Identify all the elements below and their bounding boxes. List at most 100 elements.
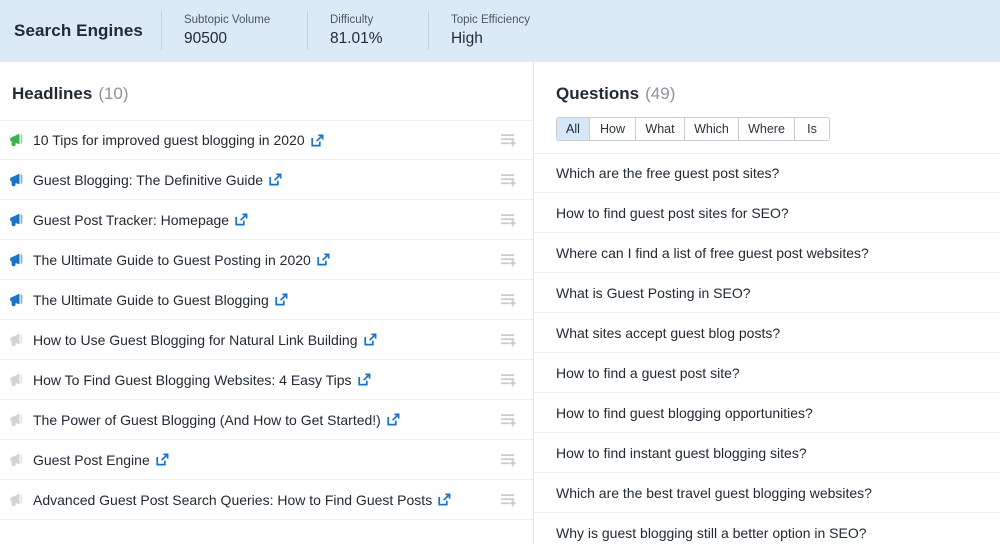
question-filter-tab-is[interactable]: Is — [795, 118, 829, 140]
external-link-icon[interactable] — [364, 333, 377, 346]
add-to-list-icon[interactable] — [500, 332, 518, 348]
question-text: Which are the best travel guest blogging… — [556, 484, 872, 502]
add-to-list-icon[interactable] — [500, 212, 518, 228]
add-to-list-icon[interactable] — [500, 452, 518, 468]
headline-text: Guest Post Tracker: Homepage — [33, 211, 229, 229]
headline-row[interactable]: Advanced Guest Post Search Queries: How … — [0, 480, 533, 520]
question-text: How to find guest blogging opportunities… — [556, 404, 813, 422]
external-link-icon[interactable] — [311, 134, 324, 147]
question-row[interactable]: What sites accept guest blog posts? — [534, 313, 1000, 353]
question-row[interactable]: What is Guest Posting in SEO? — [534, 273, 1000, 313]
question-text: How to find a guest post site? — [556, 364, 740, 382]
question-filter-tab-where[interactable]: Where — [739, 118, 795, 140]
questions-title: Questions — [556, 84, 639, 104]
headline-row[interactable]: 10 Tips for improved guest blogging in 2… — [0, 120, 533, 160]
question-text: Where can I find a list of free guest po… — [556, 244, 869, 262]
headline-row[interactable]: Guest Post Tracker: Homepage — [0, 200, 533, 240]
headlines-count: (10) — [98, 84, 128, 104]
question-text: What is Guest Posting in SEO? — [556, 284, 751, 302]
question-row[interactable]: Where can I find a list of free guest po… — [534, 233, 1000, 273]
headline-text: The Ultimate Guide to Guest Posting in 2… — [33, 251, 311, 269]
megaphone-icon — [8, 132, 26, 148]
external-link-icon[interactable] — [235, 213, 248, 226]
external-link-icon[interactable] — [387, 413, 400, 426]
question-row[interactable]: How to find a guest post site? — [534, 353, 1000, 393]
megaphone-icon — [8, 452, 26, 468]
metric-subtopic-volume: Subtopic Volume 90500 — [162, 0, 307, 61]
headline-row[interactable]: How To Find Guest Blogging Websites: 4 E… — [0, 360, 533, 400]
headline-row[interactable]: The Ultimate Guide to Guest Blogging — [0, 280, 533, 320]
question-text: How to find guest post sites for SEO? — [556, 204, 789, 222]
headline-row[interactable]: The Power of Guest Blogging (And How to … — [0, 400, 533, 440]
headlines-title: Headlines — [12, 84, 92, 104]
questions-list: Which are the free guest post sites? How … — [534, 153, 1000, 544]
headline-row[interactable]: How to Use Guest Blogging for Natural Li… — [0, 320, 533, 360]
questions-count: (49) — [645, 84, 675, 104]
megaphone-icon — [8, 172, 26, 188]
question-row[interactable]: How to find guest blogging opportunities… — [534, 393, 1000, 433]
external-link-icon[interactable] — [156, 453, 169, 466]
questions-heading: Questions (49) — [534, 62, 1000, 104]
headline-row[interactable]: Guest Post Engine — [0, 440, 533, 480]
question-filter-tab-which[interactable]: Which — [685, 118, 739, 140]
headlines-heading: Headlines (10) — [0, 62, 533, 104]
headline-text: Advanced Guest Post Search Queries: How … — [33, 491, 432, 509]
question-filter-tabs[interactable]: AllHowWhatWhichWhereIs — [556, 117, 830, 141]
topic-header-bar: Search Engines Subtopic Volume 90500 Dif… — [0, 0, 1000, 61]
add-to-list-icon[interactable] — [500, 492, 518, 508]
question-filter-tab-what[interactable]: What — [636, 118, 685, 140]
headline-text: How To Find Guest Blogging Websites: 4 E… — [33, 371, 352, 389]
add-to-list-icon[interactable] — [500, 372, 518, 388]
megaphone-icon — [8, 412, 26, 428]
question-text: How to find instant guest blogging sites… — [556, 444, 807, 462]
metric-value: High — [451, 30, 557, 48]
question-row[interactable]: Which are the free guest post sites? — [534, 153, 1000, 193]
question-row[interactable]: How to find guest post sites for SEO? — [534, 193, 1000, 233]
question-text: Which are the free guest post sites? — [556, 164, 779, 182]
question-row[interactable]: How to find instant guest blogging sites… — [534, 433, 1000, 473]
metric-value: 90500 — [184, 30, 285, 48]
question-filter-tab-all[interactable]: All — [557, 118, 590, 140]
add-to-list-icon[interactable] — [500, 292, 518, 308]
metric-value: 81.01% — [330, 30, 406, 48]
metric-difficulty: Difficulty 81.01% — [308, 0, 428, 61]
metric-label: Difficulty — [330, 13, 406, 27]
headlines-list: 10 Tips for improved guest blogging in 2… — [0, 120, 533, 520]
topic-title-cell: Search Engines — [0, 0, 161, 61]
questions-panel: Questions (49) AllHowWhatWhichWhereIs Wh… — [534, 62, 1000, 544]
metric-label: Subtopic Volume — [184, 13, 285, 27]
headlines-panel: Headlines (10) 10 Tips for improved gues… — [0, 62, 533, 544]
headline-row[interactable]: Guest Blogging: The Definitive Guide — [0, 160, 533, 200]
headline-text: Guest Post Engine — [33, 451, 150, 469]
add-to-list-icon[interactable] — [500, 412, 518, 428]
headline-text: Guest Blogging: The Definitive Guide — [33, 171, 263, 189]
external-link-icon[interactable] — [317, 253, 330, 266]
headline-text: The Ultimate Guide to Guest Blogging — [33, 291, 269, 309]
add-to-list-icon[interactable] — [500, 172, 518, 188]
metric-label: Topic Efficiency — [451, 13, 557, 27]
question-row[interactable]: Why is guest blogging still a better opt… — [534, 513, 1000, 544]
megaphone-icon — [8, 332, 26, 348]
add-to-list-icon[interactable] — [500, 132, 518, 148]
megaphone-icon — [8, 212, 26, 228]
headline-text: How to Use Guest Blogging for Natural Li… — [33, 331, 358, 349]
headline-row[interactable]: The Ultimate Guide to Guest Posting in 2… — [0, 240, 533, 280]
question-row[interactable]: Which are the best travel guest blogging… — [534, 473, 1000, 513]
megaphone-icon — [8, 252, 26, 268]
external-link-icon[interactable] — [438, 493, 451, 506]
external-link-icon[interactable] — [358, 373, 371, 386]
question-text: What sites accept guest blog posts? — [556, 324, 780, 342]
megaphone-icon — [8, 292, 26, 308]
headline-text: 10 Tips for improved guest blogging in 2… — [33, 131, 305, 149]
metric-topic-efficiency: Topic Efficiency High — [429, 0, 579, 61]
question-filter-tab-how[interactable]: How — [590, 118, 636, 140]
megaphone-icon — [8, 372, 26, 388]
external-link-icon[interactable] — [275, 293, 288, 306]
headline-text: The Power of Guest Blogging (And How to … — [33, 411, 381, 429]
megaphone-icon — [8, 492, 26, 508]
add-to-list-icon[interactable] — [500, 252, 518, 268]
page-title: Search Engines — [14, 21, 143, 41]
app-root: Search Engines Subtopic Volume 90500 Dif… — [0, 0, 1000, 544]
question-text: Why is guest blogging still a better opt… — [556, 524, 867, 542]
external-link-icon[interactable] — [269, 173, 282, 186]
